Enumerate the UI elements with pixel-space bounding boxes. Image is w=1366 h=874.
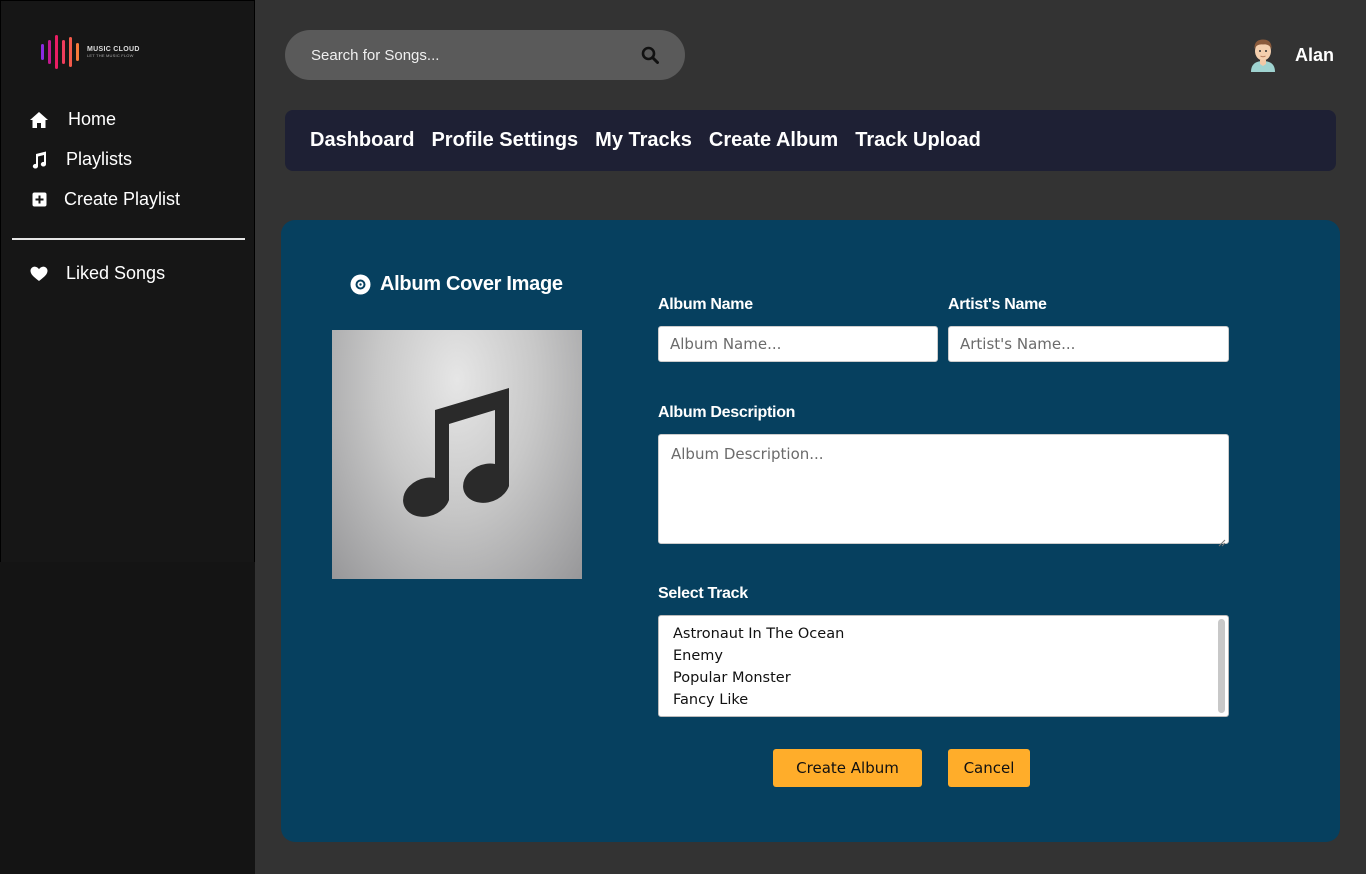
- album-cover-heading: Album Cover Image: [350, 273, 563, 296]
- album-description-placeholder: Album Description...: [671, 445, 824, 463]
- search-placeholder: Search for Songs...: [311, 46, 440, 64]
- sidebar-item-playlists[interactable]: Playlists: [29, 149, 132, 170]
- tab-dashboard[interactable]: Dashboard: [310, 129, 414, 152]
- music-note-icon: [403, 387, 509, 517]
- cancel-button[interactable]: Cancel: [948, 749, 1030, 787]
- album-name-field[interactable]: Album Name...: [658, 326, 938, 362]
- brand-tagline: LET THE MUSIC FLOW: [87, 53, 134, 58]
- track-option[interactable]: Astronaut In The Ocean: [673, 623, 1214, 645]
- search-icon[interactable]: [641, 46, 659, 64]
- disc-icon: [350, 274, 371, 295]
- music-note-icon: [29, 150, 49, 170]
- tab-profile-settings[interactable]: Profile Settings: [431, 129, 578, 152]
- sidebar-item-label: Playlists: [66, 149, 133, 169]
- tab-track-upload[interactable]: Track Upload: [855, 129, 981, 152]
- resize-handle-icon[interactable]: [1218, 533, 1226, 547]
- home-icon: [29, 110, 49, 130]
- album-cover-title: Album Cover Image: [380, 273, 563, 295]
- logo-bars-icon: [41, 35, 79, 69]
- plus-square-icon: [29, 190, 49, 210]
- create-album-button[interactable]: Create Album: [773, 749, 922, 787]
- artist-name-label: Artist's Name: [948, 296, 1047, 313]
- album-description-field[interactable]: Album Description...: [658, 434, 1229, 547]
- search-input[interactable]: Search for Songs...: [285, 30, 685, 80]
- brand-logo[interactable]: MUSIC CLOUD LET THE MUSIC FLOW: [41, 35, 140, 69]
- sidebar-item-liked-songs[interactable]: Liked Songs: [29, 263, 165, 284]
- album-cover-image[interactable]: [332, 330, 582, 579]
- sidebar-divider: [12, 238, 245, 240]
- sidebar-item-label: Liked Songs: [66, 263, 166, 283]
- tab-create-album[interactable]: Create Album: [709, 129, 838, 152]
- select-track-label: Select Track: [658, 585, 748, 602]
- track-option[interactable]: Popular Monster: [673, 667, 1214, 689]
- album-description-label: Album Description: [658, 404, 796, 421]
- heart-icon: [29, 264, 49, 284]
- dashboard-tabs: Dashboard Profile Settings My Tracks Cre…: [285, 110, 1336, 171]
- sidebar-item-create-playlist[interactable]: Create Playlist: [29, 189, 180, 210]
- sidebar-item-label: Home: [68, 109, 117, 129]
- brand-name: MUSIC CLOUD: [87, 46, 140, 53]
- album-name-label: Album Name: [658, 296, 753, 313]
- sidebar-item-label: Create Playlist: [64, 189, 181, 209]
- track-select-list[interactable]: Astronaut In The Ocean Enemy Popular Mon…: [658, 615, 1229, 717]
- user-menu[interactable]: Alan: [1249, 38, 1334, 72]
- track-option[interactable]: Enemy: [673, 645, 1214, 667]
- create-album-panel: Album Cover Image Album Name Album Name.…: [281, 220, 1340, 842]
- tab-my-tracks[interactable]: My Tracks: [595, 129, 692, 152]
- user-name: Alan: [1295, 44, 1335, 65]
- track-option[interactable]: Fancy Like: [673, 689, 1214, 711]
- avatar: [1249, 38, 1277, 72]
- track-list-scrollbar[interactable]: [1218, 619, 1225, 713]
- sidebar-item-home[interactable]: Home: [29, 109, 116, 130]
- sidebar: MUSIC CLOUD LET THE MUSIC FLOW Home Play…: [0, 0, 255, 874]
- artist-name-field[interactable]: Artist's Name...: [948, 326, 1229, 362]
- sidebar-nav-panel: MUSIC CLOUD LET THE MUSIC FLOW Home Play…: [0, 0, 255, 562]
